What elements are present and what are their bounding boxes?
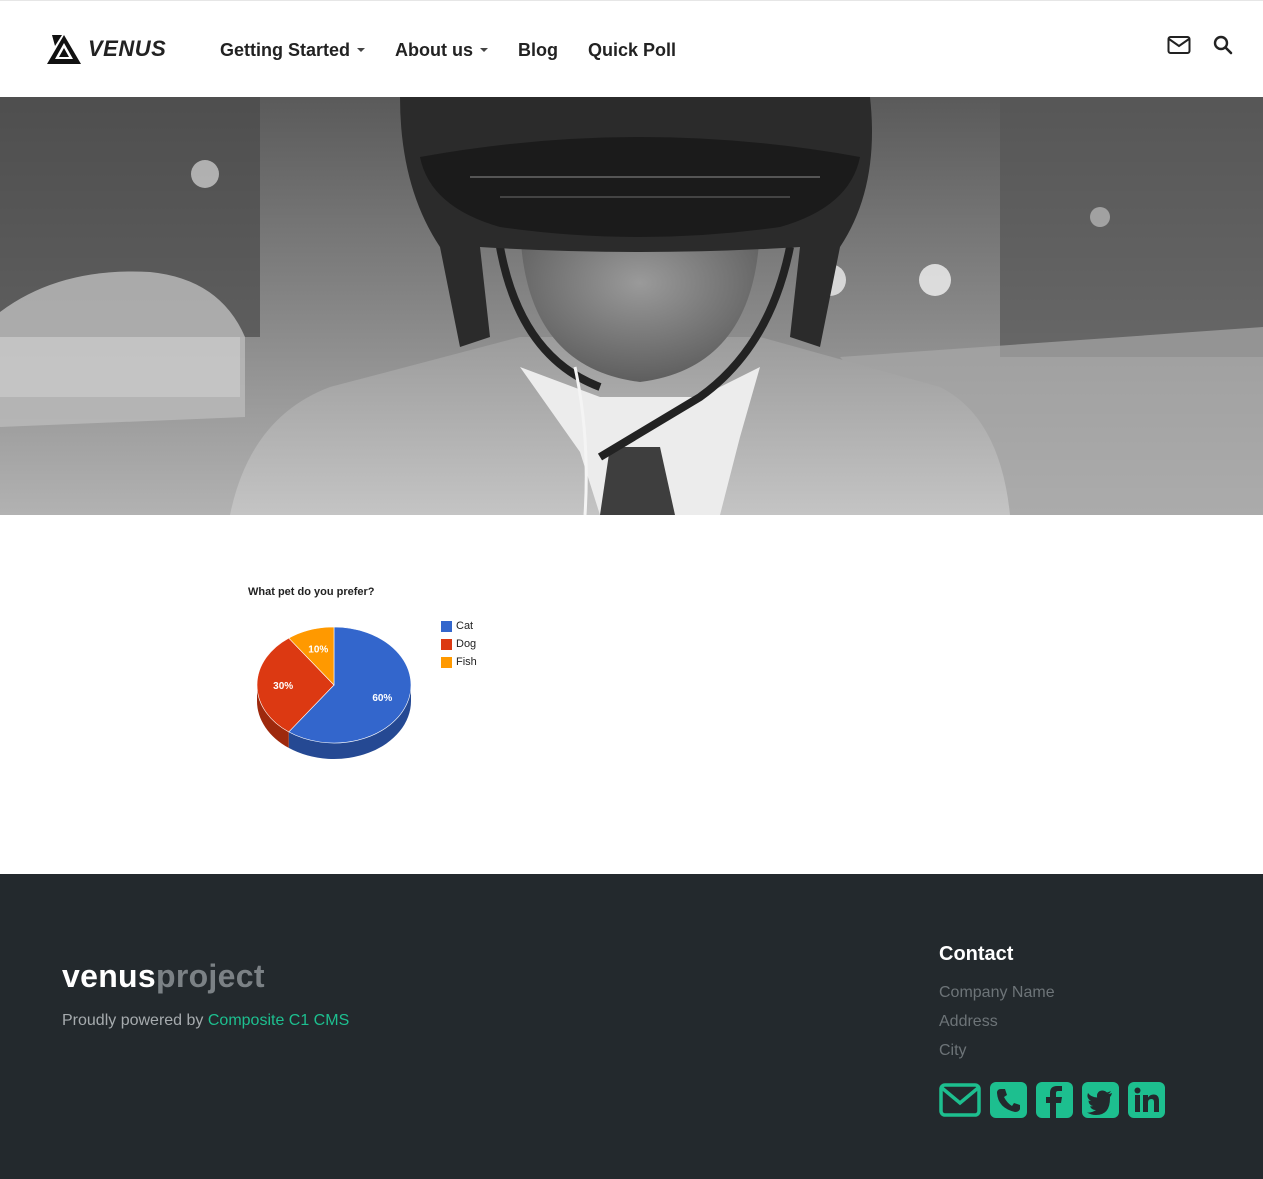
site-header: VENUS Getting Started About us Blog Quic… [0,0,1263,97]
chart-title: What pet do you prefer? [248,586,375,598]
site-logo[interactable]: VENUS [46,32,166,66]
caret-down-icon [480,48,489,52]
hero-banner [0,97,1263,515]
legend-swatch [441,620,452,632]
chart-legend: Cat Dog Fish [441,617,477,671]
facebook-icon[interactable] [1036,1082,1073,1123]
phone-icon[interactable] [990,1082,1027,1123]
legend-item-dog: Dog [441,635,477,653]
pie-label-dog: 30% [273,681,293,692]
envelope-icon[interactable] [939,1082,981,1123]
contact-company-name: Company Name [939,984,1055,1001]
search-icon[interactable] [1213,35,1233,60]
contact-address: Address [939,1013,998,1030]
footer-brand: venusproject [62,958,265,995]
contact-title: Contact [939,943,1014,965]
nav-getting-started[interactable]: Getting Started [220,37,366,63]
powered-prefix: Proudly powered by [62,1012,208,1029]
pie-label-cat: 60% [372,693,392,704]
nav-blog[interactable]: Blog [518,37,558,63]
site-footer: venusproject Proudly powered by Composit… [0,874,1263,1179]
envelope-icon[interactable] [1167,35,1191,60]
legend-item-cat: Cat [441,617,477,635]
linkedin-icon[interactable] [1128,1082,1165,1123]
composite-c1-link[interactable]: Composite C1 CMS [208,1012,349,1029]
legend-label: Cat [456,620,474,632]
nav-label: Blog [518,39,559,60]
legend-swatch [441,656,452,668]
hero-photo [0,97,1263,515]
nav-label: Getting Started [220,39,351,60]
pie-label-fish: 10% [308,645,328,656]
powered-by: Proudly powered by Composite C1 CMS [62,1012,349,1030]
nav-about-us[interactable]: About us [395,37,489,63]
nav-label: Quick Poll [588,39,677,60]
legend-swatch [441,638,452,650]
caret-down-icon [357,48,366,52]
twitter-icon[interactable] [1082,1082,1119,1123]
social-links [939,1082,1174,1123]
header-icons [1145,35,1233,60]
nav-quick-poll[interactable]: Quick Poll [588,37,676,63]
legend-item-fish: Fish [441,653,477,671]
legend-label: Dog [456,638,477,650]
main-nav: Getting Started About us Blog Quick Poll [220,37,706,63]
legend-label: Fish [456,656,477,668]
nav-label: About us [395,39,474,60]
logo-text: VENUS [88,36,167,61]
brand-part1: venus [62,958,156,994]
contact-city: City [939,1042,967,1059]
pie-chart: 60% 30% 10% [256,626,412,759]
brand-part2: project [155,958,265,994]
venus-logo-icon [47,35,81,64]
